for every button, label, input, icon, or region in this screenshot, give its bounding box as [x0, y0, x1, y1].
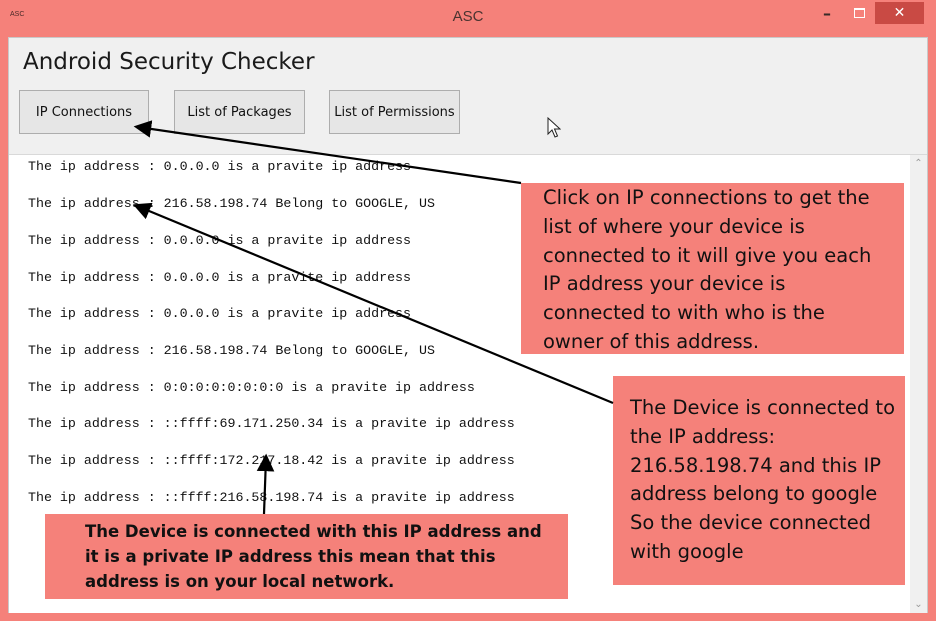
- mouse-cursor-icon: [547, 117, 561, 138]
- output-line: The ip address : 0.0.0.0 is a pravite ip…: [28, 233, 412, 248]
- maximize-icon: [853, 8, 865, 18]
- output-line: The ip address : 0.0.0.0 is a pravite ip…: [28, 270, 412, 285]
- app-window: ASC ASC – ✕ Android Security Checker IP …: [0, 0, 936, 621]
- scroll-up-icon[interactable]: ⌃: [910, 155, 927, 172]
- output-line: The ip address : 0.0.0.0 is a pravite ip…: [28, 306, 412, 321]
- close-button[interactable]: ✕: [875, 2, 924, 24]
- output-line: The ip address : 0.0.0.0 is a pravite ip…: [28, 159, 412, 174]
- minimize-icon: –: [823, 3, 831, 23]
- list-of-permissions-button[interactable]: List of Permissions: [329, 90, 460, 134]
- ip-connections-callout: Click on IP connections to get the list …: [521, 183, 904, 354]
- title-bar[interactable]: ASC ASC – ✕: [0, 0, 936, 36]
- list-of-packages-button[interactable]: List of Packages: [174, 90, 305, 134]
- output-line: The ip address : ::ffff:172.217.18.42 is…: [28, 453, 515, 468]
- scroll-down-icon[interactable]: ⌄: [910, 596, 927, 613]
- output-line: The ip address : ::ffff:69.171.250.34 is…: [28, 416, 515, 431]
- output-line: The ip address : 216.58.198.74 Belong to…: [28, 196, 435, 211]
- window-title: ASC: [452, 8, 484, 25]
- ip-connections-button[interactable]: IP Connections: [19, 90, 149, 134]
- vertical-scrollbar[interactable]: ⌃ ⌄: [910, 155, 927, 613]
- output-line: The ip address : 216.58.198.74 Belong to…: [28, 343, 435, 358]
- output-line: The ip address : 0:0:0:0:0:0:0:0 is a pr…: [28, 380, 475, 395]
- close-icon: ✕: [893, 5, 906, 21]
- page-title: Android Security Checker: [23, 49, 315, 75]
- private-ip-callout: The Device is connected with this IP add…: [45, 514, 568, 599]
- google-connection-callout: The Device is connected to the IP addres…: [613, 376, 905, 585]
- output-line: The ip address : ::ffff:216.58.198.74 is…: [28, 490, 515, 505]
- maximize-button[interactable]: [845, 2, 873, 24]
- minimize-button[interactable]: –: [812, 2, 842, 24]
